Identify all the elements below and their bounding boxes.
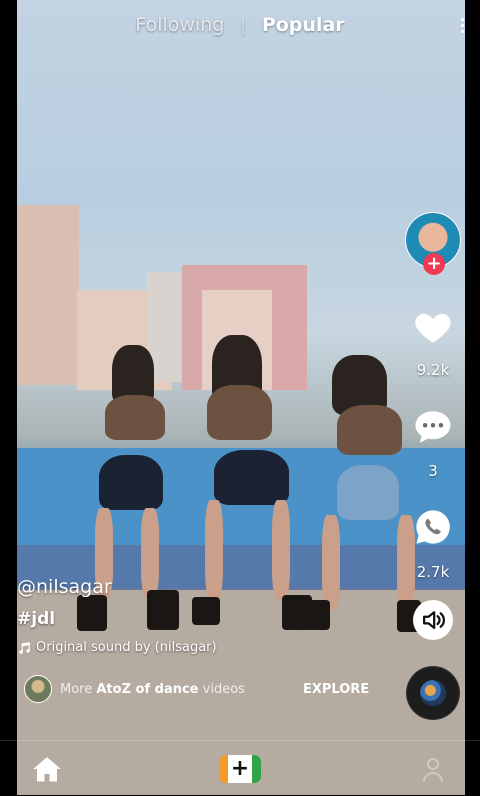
dancer-leg xyxy=(141,508,159,598)
boot xyxy=(300,600,330,630)
explore-prefix: More xyxy=(60,681,93,697)
dancer-shorts xyxy=(337,465,399,520)
profile-icon[interactable] xyxy=(422,757,444,783)
category-avatar xyxy=(24,675,52,703)
dancer-top xyxy=(105,395,165,440)
tab-popular[interactable]: Popular xyxy=(262,14,345,36)
whatsapp-icon[interactable] xyxy=(412,506,454,548)
create-plus-icon: + xyxy=(230,756,250,781)
sound-label: Original sound by (nilsagar) xyxy=(36,640,217,655)
explore-text: More AtoZ of dance videos xyxy=(60,682,245,697)
boot xyxy=(147,590,179,630)
boot xyxy=(77,595,107,631)
home-icon[interactable] xyxy=(32,755,62,783)
dancer-top xyxy=(337,405,402,455)
dancer-top xyxy=(207,385,272,440)
hashtag-link[interactable]: #jdl xyxy=(17,609,55,629)
comment-count: 3 xyxy=(428,462,438,480)
dancer-shorts xyxy=(214,450,289,505)
explore-link[interactable]: EXPLORE xyxy=(303,682,369,697)
heart-icon[interactable] xyxy=(412,306,454,348)
follow-button[interactable]: + xyxy=(423,253,445,275)
speaker-icon xyxy=(423,611,446,630)
more-vertical-icon[interactable] xyxy=(461,18,465,36)
creator-username[interactable]: @nilsagar xyxy=(17,576,112,598)
create-button[interactable]: + xyxy=(219,755,261,783)
dancer-leg xyxy=(322,515,340,610)
boot xyxy=(192,597,220,625)
mute-button[interactable] xyxy=(413,600,453,640)
feed-tabs: Following | Popular xyxy=(0,14,480,36)
dancer-shorts xyxy=(99,455,163,510)
explore-banner[interactable]: More AtoZ of dance videos EXPLORE xyxy=(17,673,465,705)
dancer-leg xyxy=(272,500,290,600)
disc-artwork xyxy=(420,680,446,706)
tab-following[interactable]: Following xyxy=(135,14,224,36)
building xyxy=(17,205,79,385)
share-count: 2.7k xyxy=(416,563,450,581)
like-count: 9.2k xyxy=(416,361,450,379)
music-disc[interactable] xyxy=(407,667,459,719)
explore-suffix: videos xyxy=(202,681,245,697)
tab-separator: | xyxy=(240,16,246,35)
comment-icon[interactable] xyxy=(412,406,454,448)
explore-category: AtoZ of dance xyxy=(96,681,199,697)
sound-info[interactable]: Original sound by (nilsagar) xyxy=(17,640,217,655)
dancer-leg xyxy=(205,500,223,600)
music-note-icon xyxy=(19,641,30,654)
